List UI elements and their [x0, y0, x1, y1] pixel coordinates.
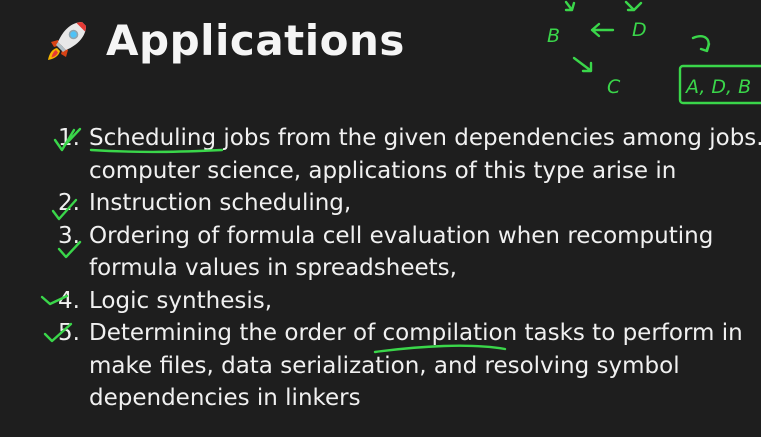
list-item-text: Scheduling jobs from the given dependenc…	[89, 125, 761, 151]
arrow-icon	[590, 22, 615, 38]
arrow-icon	[572, 56, 593, 73]
list-item: 2. Instruction scheduling,	[0, 187, 761, 220]
list-item-text: formula values in spreadsheets,	[89, 255, 457, 281]
list-item-number: 3.	[58, 222, 80, 249]
graph-node-b: B	[547, 25, 560, 47]
list-item-number: 2.	[58, 190, 80, 216]
arrow-icon	[564, 0, 576, 12]
order-box-label: A, D, B	[684, 76, 751, 98]
list-item: 1. Scheduling jobs from the given depend…	[0, 122, 761, 187]
list-item-number: 1.	[58, 125, 80, 151]
arrow-icon	[624, 0, 643, 12]
list-item-text: Instruction scheduling,	[89, 190, 352, 216]
list-item-text: computer science, applications of this t…	[89, 157, 677, 184]
list-item-number: 4.	[58, 287, 80, 314]
applications-list: 1. Scheduling jobs from the given depend…	[0, 122, 761, 415]
list-item-text: Logic synthesis,	[89, 287, 273, 314]
graph-node-d: D	[632, 19, 647, 41]
rocket-icon	[48, 22, 86, 60]
list-item-text: Ordering of formula cell evaluation when…	[89, 222, 714, 249]
slide-title: Applications	[44, 18, 405, 64]
list-item-text: Determining the order of compilation tas…	[89, 320, 743, 346]
list-item-number: 5.	[58, 320, 80, 346]
list-item-text: make files, data serialization, and reso…	[89, 352, 680, 379]
graph-node-c: C	[607, 76, 621, 98]
list-item-text: dependencies in linkers	[89, 385, 361, 411]
arrow-icon	[691, 35, 711, 53]
page-title: Applications	[106, 16, 405, 65]
list-item: 4. Logic synthesis,	[0, 285, 761, 318]
order-box	[678, 64, 761, 105]
list-item: 3. Ordering of formula cell evaluation w…	[0, 220, 761, 285]
list-item: 5. Determining the order of compilation …	[0, 317, 761, 415]
